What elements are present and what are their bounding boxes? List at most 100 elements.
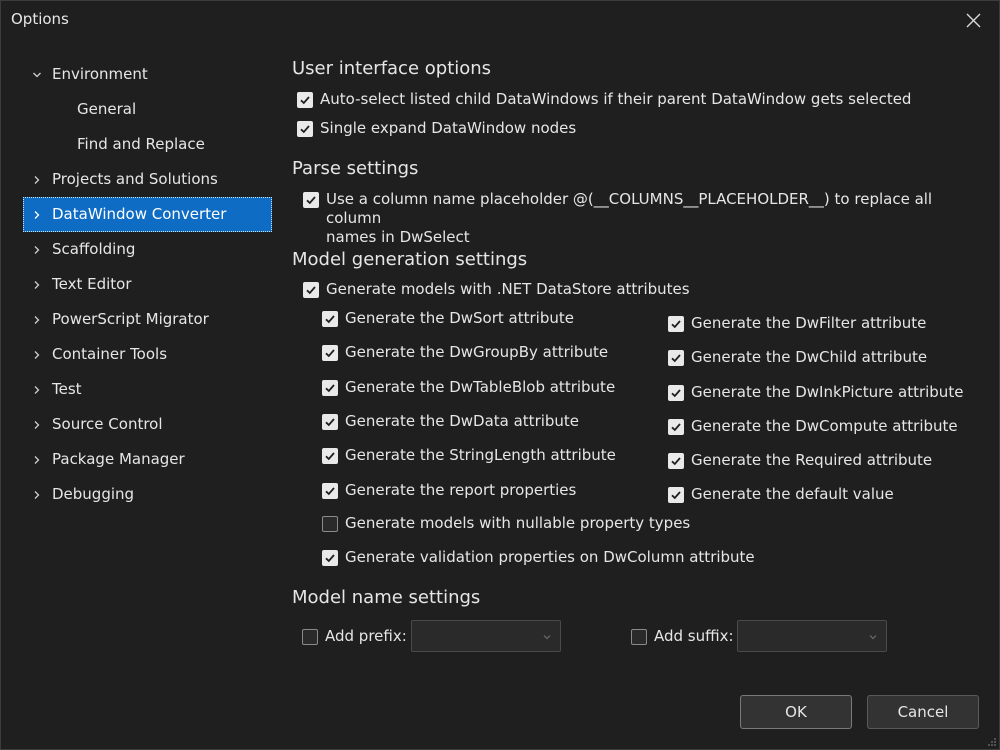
- tree-item[interactable]: Debugging: [23, 477, 272, 512]
- prefix-combobox[interactable]: [411, 620, 561, 652]
- checkmark-icon: [325, 554, 335, 563]
- generation-option-checkbox[interactable]: [668, 350, 684, 366]
- cancel-button[interactable]: Cancel: [867, 695, 979, 729]
- chevron-right-icon[interactable]: [31, 337, 43, 372]
- chevron-down-icon[interactable]: [31, 57, 43, 92]
- generation-option-label: Generate the DwChild attribute: [691, 348, 928, 366]
- suffix-combobox[interactable]: [737, 620, 887, 652]
- ok-button[interactable]: OK: [740, 695, 852, 729]
- tree-item[interactable]: Text Editor: [23, 267, 272, 302]
- generation-option-label: Generate the StringLength attribute: [345, 446, 616, 464]
- chevron-right-icon[interactable]: [31, 302, 43, 337]
- chevron-right-icon[interactable]: [31, 232, 43, 267]
- tree-item[interactable]: Package Manager: [23, 442, 272, 477]
- generation-option[interactable]: Generate the DwTableBlob attribute: [322, 378, 615, 397]
- generation-option-label: Generate the DwFilter attribute: [691, 314, 927, 332]
- generation-option[interactable]: Generate the DwCompute attribute: [668, 417, 958, 436]
- chevron-right-icon[interactable]: [31, 162, 43, 197]
- resize-grip-icon[interactable]: [987, 737, 997, 747]
- generation-option-checkbox[interactable]: [322, 380, 338, 396]
- generation-option[interactable]: Generate models with nullable property t…: [322, 514, 690, 533]
- add-prefix-checkbox[interactable]: [302, 629, 318, 645]
- checkmark-icon: [325, 384, 335, 393]
- generation-option-checkbox[interactable]: [668, 419, 684, 435]
- tree-item[interactable]: Find and Replace: [23, 127, 272, 162]
- generation-option-label: Generate the DwSort attribute: [345, 309, 574, 327]
- generation-option[interactable]: Generate the DwData attribute: [322, 412, 579, 431]
- generation-option[interactable]: Generate the default value: [668, 485, 894, 504]
- checkmark-icon: [671, 457, 681, 466]
- generation-option[interactable]: Generate validation properties on DwColu…: [322, 548, 755, 567]
- checkmark-icon: [671, 320, 681, 329]
- generation-option-checkbox[interactable]: [668, 487, 684, 503]
- generation-option-checkbox[interactable]: [322, 483, 338, 499]
- chevron-right-icon[interactable]: [31, 372, 43, 407]
- tree-item-label: DataWindow Converter: [52, 205, 227, 223]
- add-suffix-label: Add suffix:: [654, 627, 734, 645]
- generation-option[interactable]: Generate the DwSort attribute: [322, 309, 574, 328]
- checkmark-icon: [300, 96, 310, 105]
- generation-option-checkbox[interactable]: [322, 414, 338, 430]
- tree-item[interactable]: General: [23, 92, 272, 127]
- auto-select-checkbox[interactable]: [297, 92, 313, 108]
- checkmark-icon: [671, 423, 681, 432]
- generation-option[interactable]: Generate the DwChild attribute: [668, 348, 927, 367]
- placeholder-option[interactable]: Use a column name placeholder @(__COLUMN…: [303, 190, 982, 247]
- checkmark-icon: [306, 196, 316, 205]
- generation-option-label: Generate the Required attribute: [691, 451, 933, 469]
- datastore-attrs-checkbox[interactable]: [303, 282, 319, 298]
- generation-option[interactable]: Generate the DwFilter attribute: [668, 314, 926, 333]
- generation-option-label: Generate the report properties: [345, 481, 577, 499]
- tree-item[interactable]: Environment: [23, 57, 272, 92]
- window-title: Options: [11, 10, 69, 28]
- tree-item-label: Text Editor: [52, 275, 132, 293]
- tree-item-label: PowerScript Migrator: [52, 310, 209, 328]
- tree-item-label: Source Control: [52, 415, 163, 433]
- datawindow-converter-panel: User interface options Auto-select liste…: [292, 1, 982, 681]
- tree-item[interactable]: Container Tools: [23, 337, 272, 372]
- checkmark-icon: [325, 349, 335, 358]
- generation-option-checkbox[interactable]: [322, 448, 338, 464]
- generation-option[interactable]: Generate the report properties: [322, 481, 576, 500]
- section-model-generation-title: Model generation settings: [292, 249, 528, 270]
- chevron-right-icon[interactable]: [31, 477, 43, 512]
- chevron-right-icon[interactable]: [31, 407, 43, 442]
- auto-select-label: Auto-select listed child DataWindows if …: [320, 90, 912, 108]
- single-expand-checkbox[interactable]: [297, 121, 313, 137]
- generation-option[interactable]: Generate the StringLength attribute: [322, 446, 616, 465]
- generation-option[interactable]: Generate the Required attribute: [668, 451, 932, 470]
- chevron-right-icon[interactable]: [31, 197, 43, 232]
- generation-option[interactable]: Generate the DwGroupBy attribute: [322, 343, 608, 362]
- tree-item[interactable]: Projects and Solutions: [23, 162, 272, 197]
- generation-option-checkbox[interactable]: [322, 345, 338, 361]
- tree-item-label: Package Manager: [52, 450, 185, 468]
- generation-option-label: Generate validation properties on DwColu…: [345, 548, 755, 566]
- tree-item-label: Environment: [52, 65, 148, 83]
- generation-option-checkbox[interactable]: [322, 516, 338, 532]
- tree-item[interactable]: DataWindow Converter: [23, 197, 272, 232]
- placeholder-label: Use a column name placeholder @(__COLUMN…: [326, 190, 982, 247]
- tree-item[interactable]: Scaffolding: [23, 232, 272, 267]
- datastore-attrs-option[interactable]: Generate models with .NET DataStore attr…: [303, 280, 690, 299]
- generation-option-checkbox[interactable]: [668, 316, 684, 332]
- add-suffix-checkbox[interactable]: [631, 629, 647, 645]
- add-suffix-option[interactable]: Add suffix:: [631, 627, 734, 646]
- generation-option-checkbox[interactable]: [322, 550, 338, 566]
- generation-option-label: Generate the DwInkPicture attribute: [691, 383, 964, 401]
- generation-option-checkbox[interactable]: [322, 311, 338, 327]
- generation-option[interactable]: Generate the DwInkPicture attribute: [668, 383, 963, 402]
- generation-option-checkbox[interactable]: [668, 385, 684, 401]
- auto-select-option[interactable]: Auto-select listed child DataWindows if …: [297, 90, 911, 109]
- checkmark-icon: [325, 315, 335, 324]
- placeholder-checkbox[interactable]: [303, 192, 319, 208]
- chevron-right-icon[interactable]: [31, 442, 43, 477]
- generation-option-checkbox[interactable]: [668, 453, 684, 469]
- checkmark-icon: [325, 418, 335, 427]
- generation-option-label: Generate the DwTableBlob attribute: [345, 378, 616, 396]
- single-expand-option[interactable]: Single expand DataWindow nodes: [297, 119, 576, 138]
- chevron-right-icon[interactable]: [31, 267, 43, 302]
- tree-item[interactable]: Test: [23, 372, 272, 407]
- add-prefix-option[interactable]: Add prefix:: [302, 627, 407, 646]
- tree-item[interactable]: PowerScript Migrator: [23, 302, 272, 337]
- tree-item[interactable]: Source Control: [23, 407, 272, 442]
